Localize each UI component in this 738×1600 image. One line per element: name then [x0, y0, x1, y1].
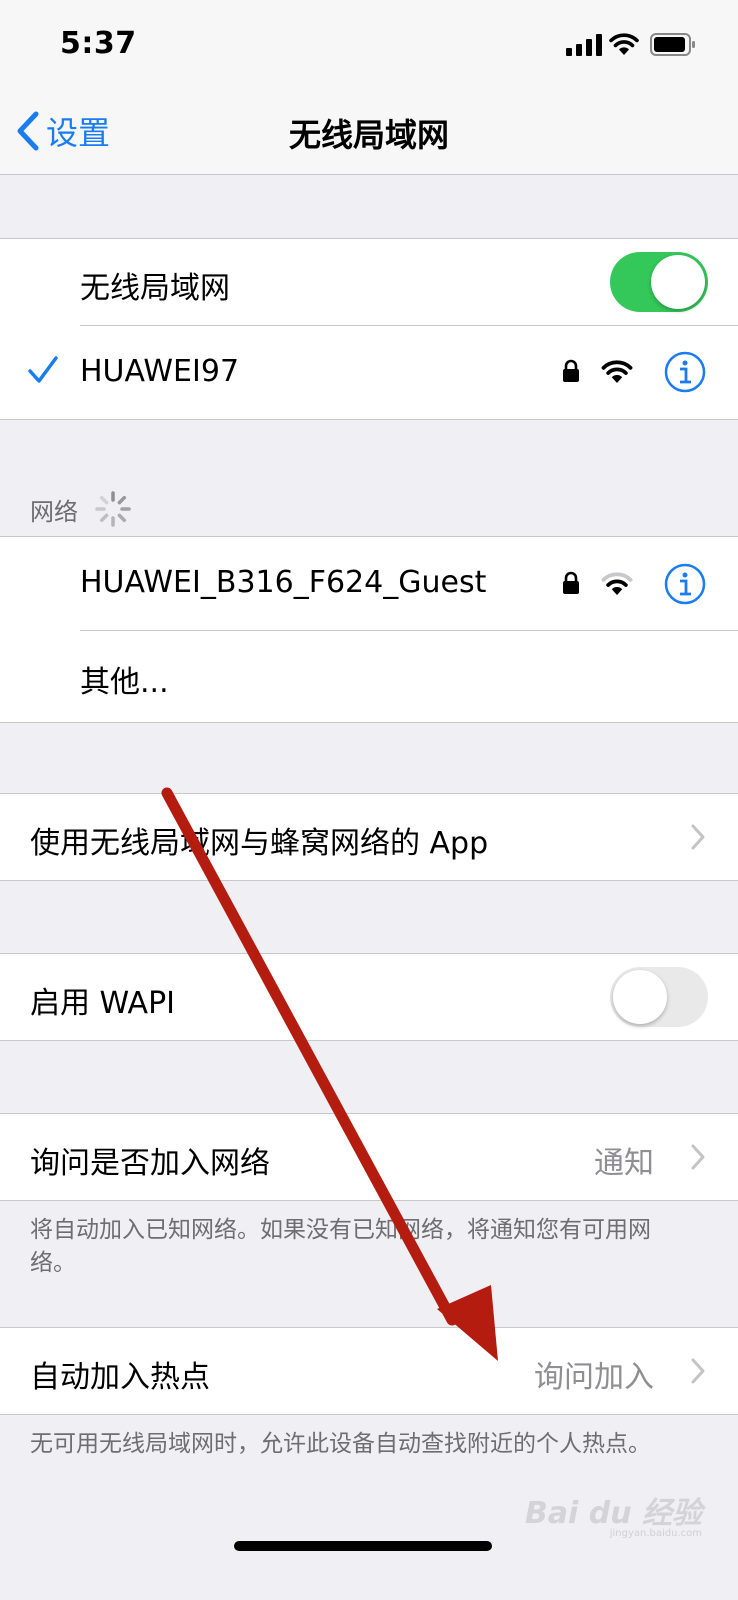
checkmark-icon: [28, 356, 58, 383]
chevron-right-icon: [691, 824, 705, 850]
wifi-signal-icon: [601, 572, 633, 595]
info-icon[interactable]: [664, 351, 706, 393]
wifi-signal-icon: [601, 360, 633, 383]
wapi-row: 启用 WAPI: [0, 954, 738, 1040]
network-name: HUAWEI_B316_F624_Guest: [80, 565, 487, 600]
status-bar: 5:37: [0, 0, 738, 90]
connected-network-name: HUAWEI97: [80, 354, 240, 389]
info-icon[interactable]: [664, 563, 706, 605]
ask-join-group: 询问是否加入网络 通知: [0, 1113, 738, 1201]
wapi-label: 启用 WAPI: [30, 986, 176, 1021]
apps-using-wlan-row[interactable]: 使用无线局域网与蜂窝网络的 App: [0, 794, 738, 880]
networks-header: 网络: [30, 490, 132, 528]
auto-hotspot-label: 自动加入热点: [30, 1360, 210, 1395]
loading-spinner-icon: [95, 491, 131, 527]
wifi-icon: [609, 33, 639, 55]
wlan-toggle-row: 无线局域网: [0, 239, 738, 326]
battery-icon: [650, 33, 695, 56]
chevron-right-icon: [691, 1358, 705, 1384]
toggle-knob: [651, 255, 705, 309]
ask-join-label: 询问是否加入网络: [30, 1146, 270, 1181]
ask-join-value: 通知: [594, 1146, 654, 1181]
connected-network-row[interactable]: HUAWEI97: [0, 326, 738, 419]
auto-hotspot-footer: 无可用无线局域网时，允许此设备自动查找附近的个人热点。: [30, 1431, 651, 1457]
baidu-watermark: Bai du 经验 jingyan.baidu.com: [525, 1488, 702, 1539]
other-network-row[interactable]: 其他...: [0, 631, 738, 720]
ask-join-footer: 将自动加入已知网络。如果没有已知网络，将通知您有可用网络。: [30, 1217, 651, 1276]
lock-icon: [563, 359, 579, 382]
auto-hotspot-group: 自动加入热点 询问加入: [0, 1327, 738, 1415]
wlan-group: 无线局域网 HUAWEI97: [0, 238, 738, 420]
apps-group: 使用无线局域网与蜂窝网络的 App: [0, 793, 738, 881]
chevron-right-icon: [691, 1144, 705, 1170]
wapi-toggle[interactable]: [610, 967, 708, 1027]
auto-hotspot-row[interactable]: 自动加入热点 询问加入: [0, 1328, 738, 1414]
networks-group: HUAWEI_B316_F624_Guest 其他...: [0, 536, 738, 723]
networks-header-label: 网络: [30, 497, 78, 526]
wlan-toggle-label: 无线局域网: [80, 271, 230, 306]
page-title: 无线局域网: [288, 116, 449, 154]
signal-icon: [566, 34, 602, 56]
navigation-bar: 设置 无线局域网: [0, 90, 738, 175]
lock-icon: [563, 571, 579, 594]
apps-using-wlan-label: 使用无线局域网与蜂窝网络的 App: [30, 826, 489, 861]
home-indicator[interactable]: [234, 1541, 492, 1551]
wlan-toggle[interactable]: [610, 252, 708, 312]
network-row[interactable]: HUAWEI_B316_F624_Guest: [0, 537, 738, 631]
status-time: 5:37: [60, 26, 137, 61]
watermark-main: Bai du 经验: [524, 1496, 702, 1531]
wapi-group: 启用 WAPI: [0, 953, 738, 1041]
ask-join-row[interactable]: 询问是否加入网络 通知: [0, 1114, 738, 1200]
toggle-knob: [613, 970, 667, 1024]
other-network-label: 其他...: [80, 665, 169, 700]
auto-hotspot-value: 询问加入: [534, 1360, 654, 1395]
